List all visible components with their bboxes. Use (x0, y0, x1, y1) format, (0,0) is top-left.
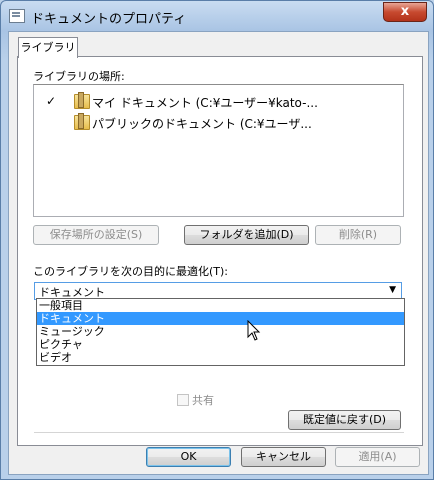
dropdown-arrow-icon[interactable]: ▼ (389, 285, 396, 295)
library-folder-icon (74, 92, 90, 109)
remove-button[interactable]: 削除(R) (315, 225, 401, 245)
list-item[interactable]: ✓ マイ ドキュメント (C:¥ユーザー¥kato-... (34, 91, 403, 111)
location-path: パブリックのドキュメント (C:¥ユーザ... (92, 117, 312, 131)
default-location-check-icon: ✓ (46, 94, 57, 108)
tab-library[interactable]: ライブラリ (18, 37, 78, 58)
apply-button[interactable]: 適用(A) (335, 447, 420, 467)
optimize-label: このライブラリを次の目的に最適化(T): (33, 265, 229, 278)
dropdown-option-videos[interactable]: ビデオ (37, 351, 404, 364)
title-bar[interactable]: ドキュメントのプロパティ x (1, 1, 433, 31)
restore-defaults-button[interactable]: 既定値に戻す(D) (288, 410, 401, 430)
add-folder-button[interactable]: フォルダを追加(D) (184, 225, 309, 245)
dialog-client: ライブラリ ライブラリの場所: ✓ マイ ドキュメント (C:¥ユーザー¥kat… (8, 31, 429, 475)
shared-label: 共有 (192, 394, 214, 407)
cancel-button[interactable]: キャンセル (241, 447, 326, 467)
separator (34, 432, 404, 433)
mouse-pointer-icon (247, 320, 261, 341)
list-item[interactable]: パブリックのドキュメント (C:¥ユーザ... (34, 112, 403, 132)
optimize-dropdown-list[interactable]: 一般項目 ドキュメント ミュージック ピクチャ ビデオ (36, 298, 405, 366)
dropdown-option-documents[interactable]: ドキュメント (37, 312, 404, 325)
location-path: マイ ドキュメント (C:¥ユーザー¥kato-... (92, 96, 318, 110)
close-button[interactable]: x (383, 2, 427, 22)
dropdown-option-pictures[interactable]: ピクチャ (37, 338, 404, 351)
dropdown-option-music[interactable]: ミュージック (37, 325, 404, 338)
set-save-location-button[interactable]: 保存場所の設定(S) (33, 225, 159, 245)
shared-checkbox[interactable] (177, 394, 189, 406)
properties-dialog: ドキュメントのプロパティ x ライブラリ ライブラリの場所: ✓ マイ ドキュメ… (0, 0, 434, 480)
library-document-icon (9, 9, 25, 23)
locations-label: ライブラリの場所: (33, 70, 125, 83)
folder-icon (74, 113, 90, 130)
ok-button[interactable]: OK (146, 447, 231, 467)
dropdown-option-general[interactable]: 一般項目 (37, 299, 404, 312)
window-title: ドキュメントのプロパティ (31, 12, 187, 27)
library-locations-list[interactable]: ✓ マイ ドキュメント (C:¥ユーザー¥kato-... パブリックのドキュメ… (33, 84, 404, 217)
